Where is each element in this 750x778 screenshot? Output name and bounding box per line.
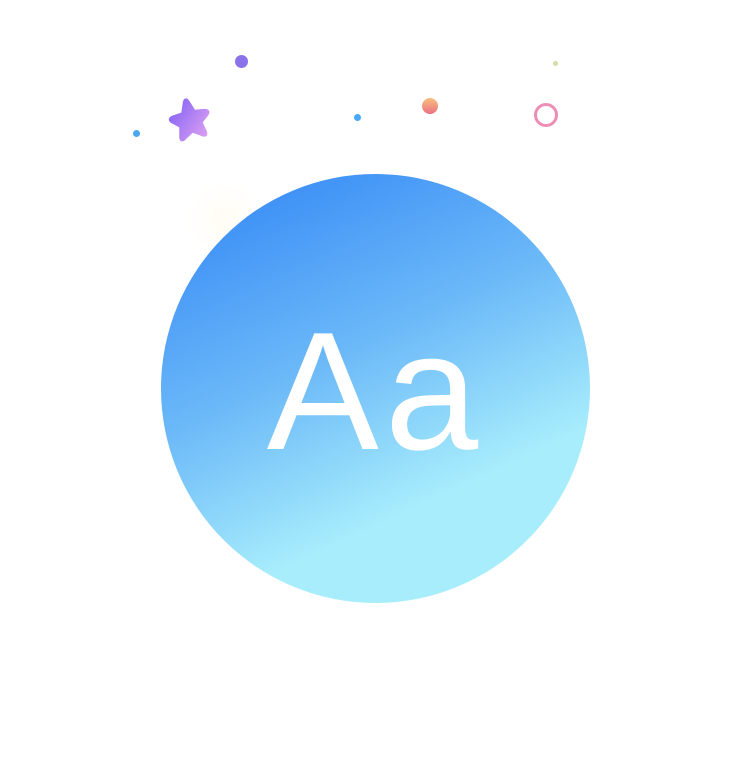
font-sample-text: Aa — [266, 296, 485, 485]
orange-dot-decoration — [422, 98, 438, 114]
blue-dot-decoration — [354, 114, 361, 121]
star-icon — [168, 98, 210, 142]
font-icon-circle: Aa — [161, 174, 590, 603]
olive-dot-decoration — [553, 61, 558, 66]
purple-dot-decoration — [235, 55, 248, 68]
font-illustration: Aa — [0, 0, 750, 778]
pink-ring-decoration — [534, 103, 558, 127]
blue-dot-decoration — [133, 130, 140, 137]
